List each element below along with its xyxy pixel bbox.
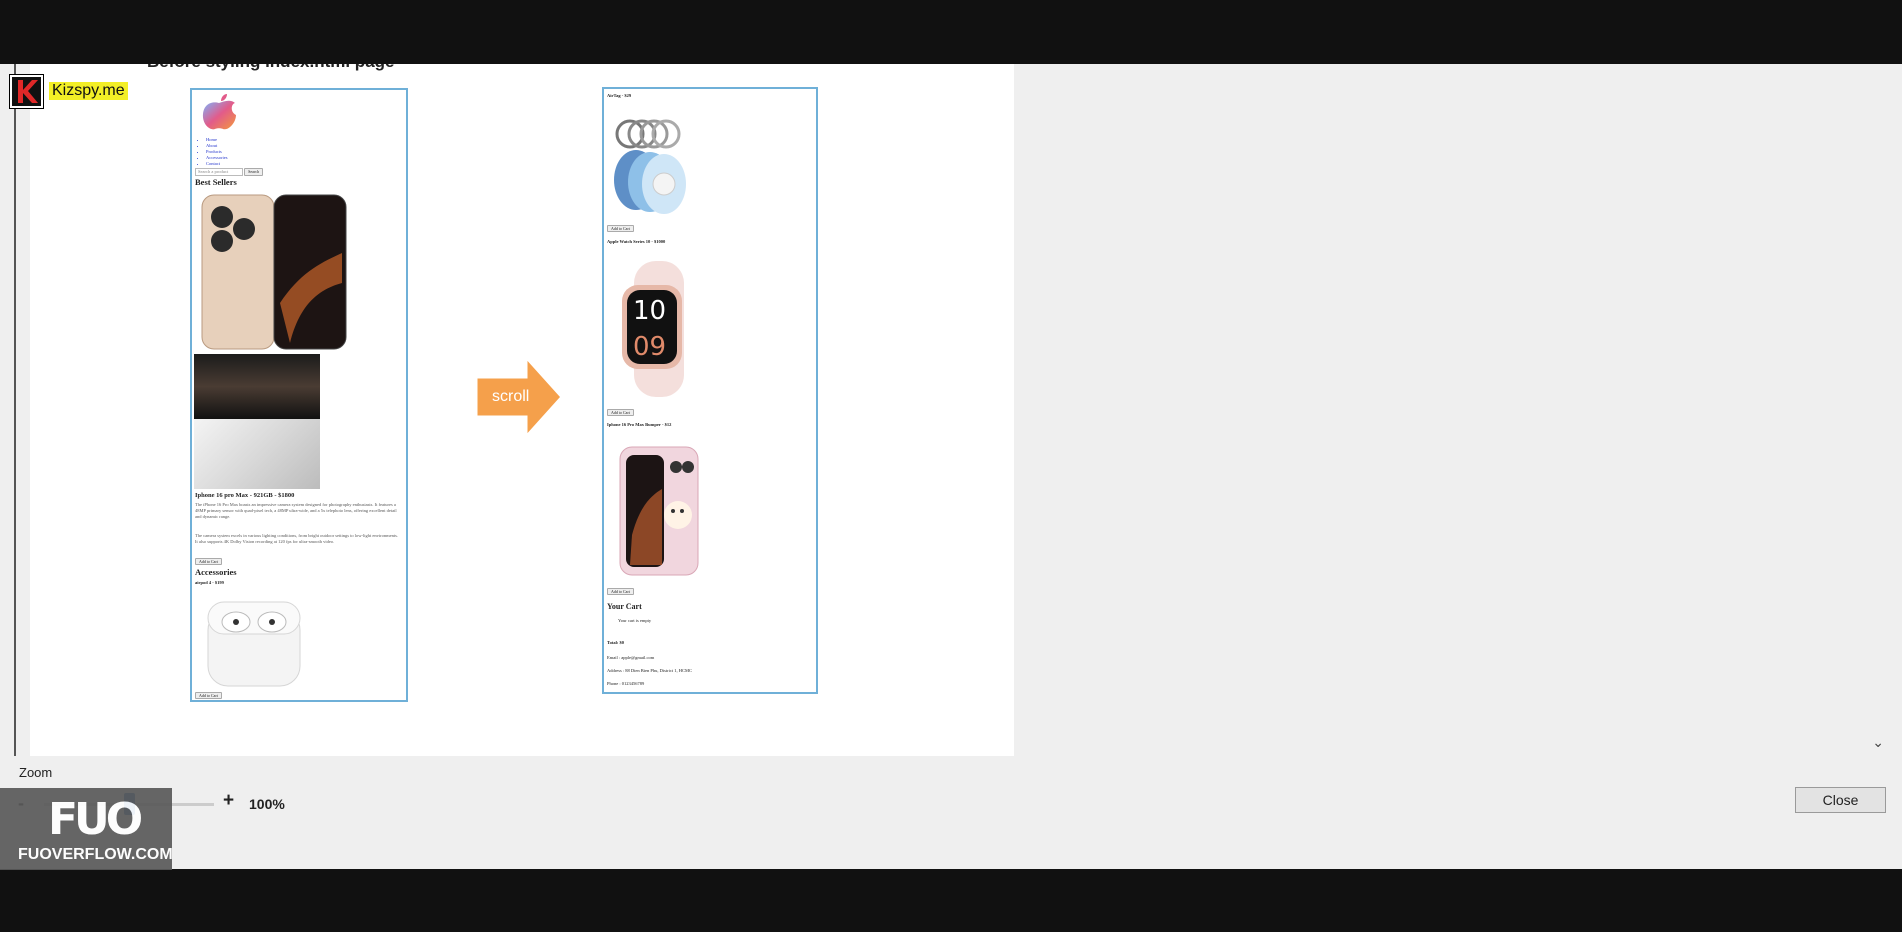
before-styling-page-1: Home About Products Accessories Contact …: [190, 88, 408, 702]
search-button[interactable]: Search: [244, 168, 264, 176]
zoom-value: 100%: [249, 796, 285, 812]
charger-image: [194, 419, 320, 489]
add-to-cart-button[interactable]: Add to Cart: [195, 558, 222, 565]
kizspy-logo-icon: [9, 73, 44, 109]
case-title: Iphone 16 Pro Max Bumper - $12: [607, 422, 672, 427]
scroll-down-chevron-icon[interactable]: ⌄: [1872, 734, 1884, 751]
document-heading: Before styling index.html page: [147, 64, 395, 72]
fuo-logo-text: FUO: [48, 794, 143, 845]
kizspy-watermark: Kizspy.me: [9, 73, 128, 109]
cart-title: Your Cart: [607, 602, 642, 611]
before-styling-page-2: AirTag - $29 Add to Cart Apple Watch Ser…: [602, 87, 818, 694]
cart-empty-text: Your cart is empty: [618, 618, 652, 623]
camera-banner-image: [194, 354, 320, 419]
close-button[interactable]: Close: [1795, 787, 1886, 813]
search-input[interactable]: Search a product: [195, 168, 243, 176]
zoom-in-button[interactable]: +: [223, 790, 234, 812]
kizspy-text: Kizspy.me: [49, 82, 128, 100]
fuoverflow-watermark: FUO FUOVERFLOW.COM: [0, 788, 173, 870]
product-description-2: The camera system excels in various ligh…: [195, 533, 398, 544]
fuo-site-text: FUOVERFLOW.COM: [18, 846, 173, 863]
airtag-image: [614, 119, 686, 214]
iphone-product-image: [201, 194, 347, 350]
cart-total: Total: $0: [607, 640, 624, 645]
watch-title: Apple Watch Series 10 - $1000: [607, 239, 666, 244]
svg-text:10: 10: [633, 296, 666, 326]
airtag-title: AirTag - $29: [607, 93, 632, 98]
apple-logo-icon: [202, 94, 236, 130]
airtag-add-button[interactable]: Add to Cart: [607, 225, 634, 232]
document-page: Before styling index.html page Home Abou…: [30, 64, 1014, 756]
contact-phone: Phone : 0123456789: [607, 681, 645, 686]
product-description-1: The iPhone 16 Pro Max boasts an impressi…: [195, 502, 397, 519]
best-sellers-title: Best Sellers: [195, 177, 237, 187]
accessories-title: Accessories: [195, 567, 237, 577]
contact-address: Address : 88 Dien Bien Phu, District 1, …: [607, 668, 692, 673]
case-add-button[interactable]: Add to Cart: [607, 588, 634, 595]
contact-email: Email : apple@gmail.com: [607, 655, 655, 660]
watch-add-button[interactable]: Add to Cart: [607, 409, 634, 416]
apple-watch-image: 10 09: [622, 261, 684, 397]
product-title: Iphone 16 pro Max - 921GB - $1800: [195, 492, 295, 499]
airpods-image: [207, 601, 301, 687]
nav-link-contact[interactable]: Contact: [206, 161, 228, 167]
document-viewer: Before styling index.html page Home Abou…: [0, 64, 1902, 869]
iphone-case-image: [619, 446, 699, 576]
airpod-title: airpod 4 - $199: [195, 580, 224, 585]
airpod-add-button[interactable]: Add to Cart: [195, 692, 222, 699]
svg-text:09: 09: [633, 332, 666, 362]
scroll-arrow-label: scroll: [492, 388, 530, 405]
viewer-left-border: [14, 64, 16, 756]
zoom-label: Zoom: [19, 765, 53, 780]
